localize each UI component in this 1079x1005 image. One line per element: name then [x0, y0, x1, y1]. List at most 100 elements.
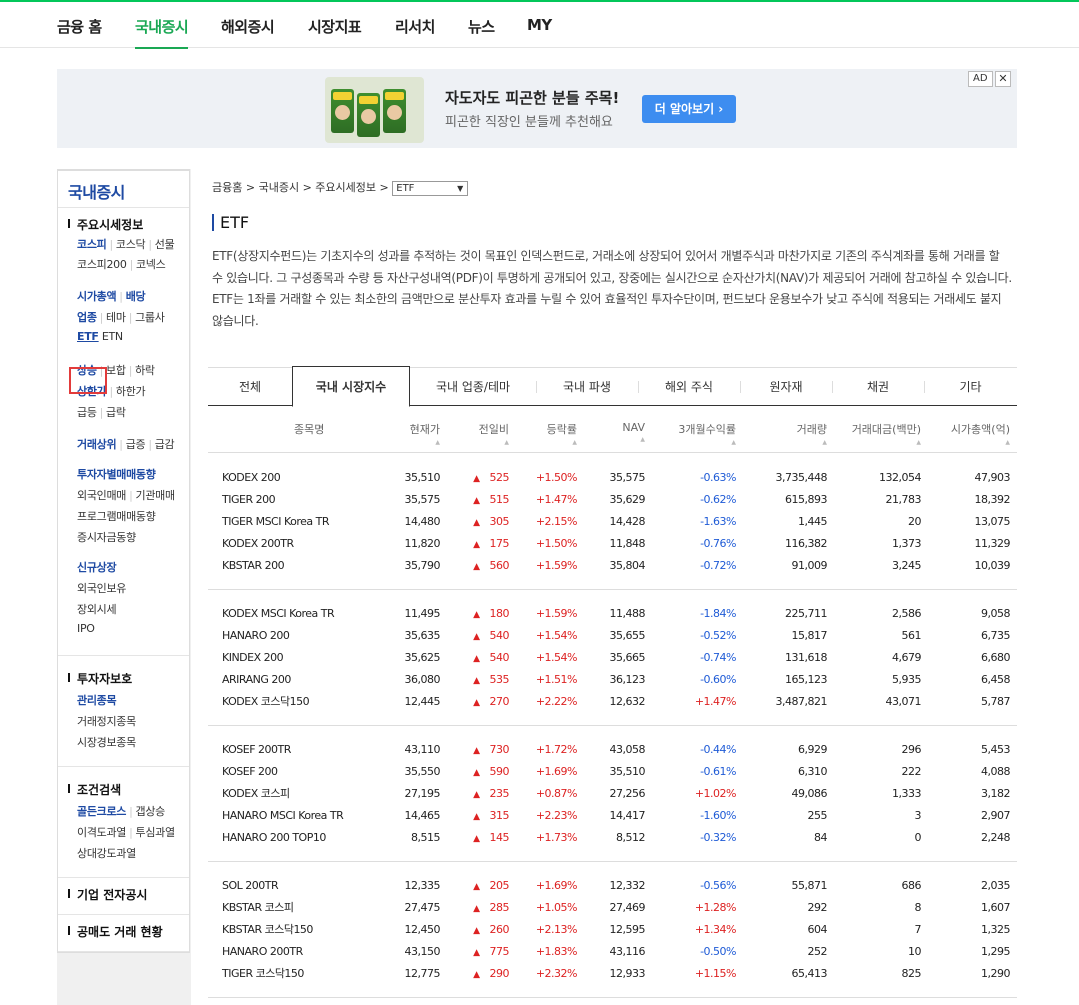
etf-name-link[interactable]: KBSTAR 200 [222, 555, 285, 577]
left-nav-link[interactable]: 업종 [77, 311, 97, 324]
table-row[interactable]: HANARO 200TR 43,150 ▲ 775 +1.83% 43,116 -0.50%… [208, 941, 1017, 963]
tab-6[interactable]: 채권 [832, 368, 924, 406]
table-row[interactable]: TIGER MSCI Korea TR 14,480 ▲ 305 +2.15% 14,42… [208, 511, 1017, 533]
gnb-item-1[interactable]: 국내증시 [135, 16, 189, 49]
table-row[interactable]: HANARO MSCI Korea TR 14,465 ▲ 315 +2.23% 14,4… [208, 805, 1017, 827]
table-row[interactable]: KOSEF 200TR 43,110 ▲ 730 +1.72% 43,058 -0.44% 6… [208, 739, 1017, 761]
left-nav-link[interactable]: 보합 [106, 364, 126, 377]
tab-3[interactable]: 국내 파생 [536, 368, 638, 406]
sort-icon[interactable]: ▲ [678, 439, 736, 446]
column-header-1[interactable]: 현재가 ▲ [410, 421, 440, 446]
table-row[interactable]: ARIRANG 200 36,080 ▲ 535 +1.51% 36,123 -0.60% 1… [208, 669, 1017, 691]
table-row[interactable]: KBSTAR 200 35,790 ▲ 560 +1.59% 35,804 -0.72% 91… [208, 555, 1017, 577]
left-nav-link[interactable]: IPO [77, 622, 95, 635]
table-row[interactable]: HANARO 200 35,635 ▲ 540 +1.54% 35,655 -0.52% 15… [208, 625, 1017, 647]
breadcrumb-select[interactable]: ETF [392, 180, 469, 196]
left-nav-link[interactable]: 증시자금동향 [77, 531, 136, 544]
left-nav-link[interactable]: 프로그램매매동향 [77, 510, 156, 523]
left-nav-heading[interactable]: 공매도 거래 현황 [68, 923, 163, 940]
etf-name-link[interactable]: TIGER 200 [222, 489, 276, 511]
left-nav-link[interactable]: 관리종목 [77, 694, 117, 707]
table-row[interactable]: KODEX 코스닥150 12,445 ▲ 270 +2.22% 12,632 +1.47%… [208, 691, 1017, 713]
etf-name-link[interactable]: KODEX 코스닥150 [222, 691, 310, 713]
sort-icon[interactable]: ▲ [547, 439, 577, 446]
ad-learn-more-button[interactable]: 더 알아보기 › [642, 95, 736, 123]
left-nav-link[interactable]: 이격도과열 [77, 826, 126, 839]
gnb-item-5[interactable]: 뉴스 [468, 16, 495, 37]
left-nav-link[interactable]: 급감 [155, 438, 175, 451]
etf-name-link[interactable]: KBSTAR 코스닥150 [222, 919, 313, 941]
left-nav-link[interactable]: 그룹사 [135, 311, 165, 324]
table-row[interactable]: KODEX 200TR 11,820 ▲ 175 +1.50% 11,848 -0.76% 1… [208, 533, 1017, 555]
etf-name-link[interactable]: KBSTAR 코스피 [222, 897, 294, 919]
left-nav-link[interactable]: 코넥스 [136, 258, 166, 271]
etf-name-link[interactable]: KODEX 200TR [222, 533, 294, 555]
left-nav-link[interactable]: 시가총액 [77, 290, 117, 303]
table-row[interactable]: TIGER 200 35,575 ▲ 515 +1.47% 35,629 -0.62% 615… [208, 489, 1017, 511]
left-nav-link[interactable]: 선물 [155, 238, 175, 251]
column-header-4[interactable]: NAV ▲ [622, 421, 645, 443]
table-row[interactable]: KBSTAR 코스닥150 12,450 ▲ 260 +2.13% 12,595 +1.34… [208, 919, 1017, 941]
left-nav-link[interactable]: 하한가 [116, 385, 146, 398]
left-nav-link[interactable]: 코스피200 [77, 258, 127, 271]
table-row[interactable]: KODEX 코스피 27,195 ▲ 235 +0.87% 27,256 +1.02% 49,… [208, 783, 1017, 805]
left-nav-link[interactable]: 투자자별매매동향 [77, 468, 156, 481]
tab-7[interactable]: 기타 [924, 368, 1017, 406]
etf-name-link[interactable]: KOSEF 200 [222, 761, 278, 783]
left-nav-link[interactable]: 배당 [126, 290, 146, 303]
left-nav-link[interactable]: 코스닥 [116, 238, 146, 251]
column-header-5[interactable]: 3개월수익률 ▲ [678, 421, 736, 446]
gnb-item-2[interactable]: 해외증시 [221, 16, 275, 37]
left-nav-link[interactable]: 기관매매 [136, 489, 176, 502]
breadcrumb-item[interactable]: 주요시세정보 [315, 181, 376, 194]
ad-subtitle[interactable]: 피곤한 직장인 분들께 추천해요 [445, 111, 613, 130]
etf-name-link[interactable]: HANARO 200 TOP10 [222, 827, 326, 849]
ad-label[interactable]: AD [968, 71, 993, 87]
tab-5[interactable]: 원자재 [740, 368, 832, 406]
sort-icon[interactable]: ▲ [410, 439, 440, 446]
ad-close-icon[interactable]: ✕ [995, 71, 1011, 87]
breadcrumb-item[interactable]: 금융홈 [212, 181, 242, 194]
sort-icon[interactable]: ▲ [797, 439, 827, 446]
gnb-item-0[interactable]: 금융 홈 [57, 16, 102, 37]
left-nav-heading[interactable]: 주요시세정보 [68, 216, 143, 233]
column-header-8[interactable]: 시가총액(억) ▲ [951, 421, 1010, 446]
etf-name-link[interactable]: ARIRANG 200 [222, 669, 291, 691]
sort-icon[interactable]: ▲ [479, 439, 509, 446]
etf-name-link[interactable]: HANARO 200 [222, 625, 290, 647]
left-nav-link[interactable]: 테마 [106, 311, 126, 324]
left-nav-link[interactable]: 시장경보종목 [77, 736, 136, 749]
breadcrumb-item[interactable]: 국내증시 [259, 181, 299, 194]
gnb-item-4[interactable]: 리서치 [395, 16, 435, 37]
left-nav-link[interactable]: 신규상장 [77, 561, 117, 574]
column-header-6[interactable]: 거래량 ▲ [797, 421, 827, 446]
column-header-2[interactable]: 전일비 ▲ [479, 421, 509, 446]
etf-name-link[interactable]: KODEX MSCI Korea TR [222, 603, 335, 625]
table-row[interactable]: TIGER 코스닥150 12,775 ▲ 290 +2.32% 12,933 +1.15%… [208, 963, 1017, 985]
left-nav-link[interactable]: ETN [102, 330, 123, 343]
left-nav-link[interactable]: 장외시세 [77, 603, 117, 616]
gnb-item-3[interactable]: 시장지표 [308, 16, 362, 37]
left-nav-link[interactable]: 외국인매매 [77, 489, 126, 502]
left-nav-link[interactable]: 하락 [135, 364, 155, 377]
table-row[interactable]: KODEX MSCI Korea TR 11,495 ▲ 180 +1.59% 11,48… [208, 603, 1017, 625]
left-nav-link[interactable]: 갭상승 [136, 805, 166, 818]
tab-0[interactable]: 전체 [208, 368, 292, 406]
etf-name-link[interactable]: KINDEX 200 [222, 647, 284, 669]
left-nav-link[interactable]: 거래정지종목 [77, 715, 136, 728]
tab-2[interactable]: 국내 업종/테마 [410, 368, 536, 406]
table-row[interactable]: SOL 200TR 12,335 ▲ 205 +1.69% 12,332 -0.56% 55,… [208, 875, 1017, 897]
table-row[interactable]: KINDEX 200 35,625 ▲ 540 +1.54% 35,665 -0.74% 13… [208, 647, 1017, 669]
left-nav-link[interactable]: 코스피 [77, 238, 107, 251]
column-header-3[interactable]: 등락률 ▲ [547, 421, 577, 446]
left-nav-title[interactable]: 국내증시 [58, 171, 189, 208]
left-nav-link[interactable]: 상대강도과열 [77, 847, 136, 860]
etf-name-link[interactable]: HANARO MSCI Korea TR [222, 805, 344, 827]
table-row[interactable]: KODEX 200 35,510 ▲ 525 +1.50% 35,575 -0.63% 3,7… [208, 467, 1017, 489]
etf-name-link[interactable]: KOSEF 200TR [222, 739, 291, 761]
left-nav-link[interactable]: 급등 [77, 406, 97, 419]
etf-name-link[interactable]: TIGER 코스닥150 [222, 963, 304, 985]
ad-title[interactable]: 자도자도 피곤한 분들 주목! [445, 87, 619, 108]
left-nav-heading[interactable]: 기업 전자공시 [68, 886, 147, 903]
ad-banner[interactable]: 자도자도 피곤한 분들 주목! 피곤한 직장인 분들께 추천해요 더 알아보기 … [57, 69, 1017, 148]
